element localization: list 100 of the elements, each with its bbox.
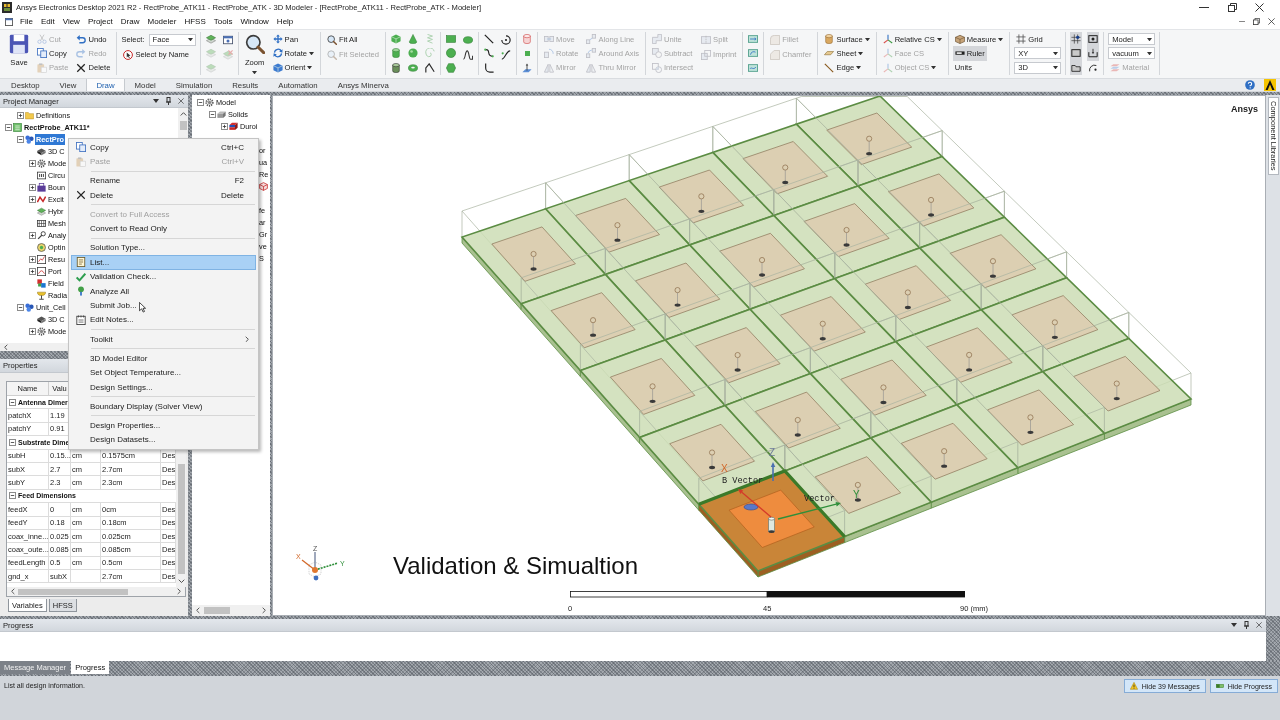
boxes-line-icon [586, 34, 597, 45]
feed-pin [1113, 380, 1120, 401]
axes-icon [882, 48, 893, 59]
plus-box-icon[interactable] [29, 231, 36, 239]
caret-down-icon [187, 37, 193, 42]
parallelogram-icon [824, 51, 835, 56]
tool-button[interactable] [1087, 32, 1100, 47]
chevron-right-icon[interactable] [262, 607, 266, 614]
chevron-down-icon[interactable] [177, 578, 185, 583]
chevron-left-icon[interactable] [196, 607, 200, 614]
scrollbar-thumb[interactable] [179, 121, 187, 131]
menu-item[interactable]: Window [236, 17, 273, 26]
chevron-right-icon[interactable] [177, 588, 181, 595]
menu-item[interactable]: View [58, 17, 84, 26]
tool-button[interactable] [500, 47, 513, 62]
feed-pin [709, 449, 716, 470]
close-icon[interactable] [1268, 18, 1275, 25]
menu-item[interactable]: File [16, 17, 37, 26]
tool-button[interactable] [424, 60, 437, 75]
minus-box-icon[interactable] [209, 110, 216, 118]
scrollbar-thumb[interactable] [18, 588, 128, 595]
close-icon[interactable] [1255, 2, 1264, 12]
circle-cluster-icon [25, 134, 34, 144]
menu-item[interactable]: Set Object Temperature... [71, 365, 256, 380]
caret-down-icon[interactable] [153, 99, 159, 103]
ball-stick-icon [76, 286, 86, 297]
feed-pin [649, 383, 656, 404]
minus-box-icon[interactable] [9, 398, 16, 406]
plus-box-icon[interactable] [29, 327, 36, 335]
minus-box-icon[interactable] [17, 303, 24, 311]
restore-icon[interactable] [1228, 2, 1237, 12]
menu-item[interactable]: Design Datasets... [71, 432, 256, 447]
scrollbar-thumb[interactable] [204, 607, 230, 614]
pin-icon[interactable] [1244, 621, 1249, 629]
bent-line-icon [425, 62, 436, 73]
minimize-icon[interactable] [1199, 6, 1209, 8]
menu-item[interactable]: Delete Delete [71, 187, 256, 203]
boxes-arc-icon [586, 48, 597, 59]
menu-item[interactable]: Copy Ctrl+C [71, 140, 256, 155]
minus-box-icon[interactable] [5, 123, 12, 131]
magnifier-icon [244, 34, 265, 54]
clipboard-icon [76, 156, 86, 167]
help-icon[interactable] [1245, 80, 1255, 90]
menu-item[interactable]: 3D Model Editor [71, 351, 256, 366]
cut-corner-icon [770, 49, 781, 60]
menu-item[interactable]: HFSS [180, 17, 210, 26]
minus-box-icon[interactable] [197, 98, 204, 106]
package-icon [954, 34, 965, 45]
shortcut-text: Ctrl+C [221, 142, 244, 152]
menu-item[interactable]: Convert to Read Only [71, 221, 256, 236]
plus-box-icon[interactable] [17, 111, 24, 119]
scissors-icon [37, 34, 47, 45]
circle-cluster-icon [25, 302, 34, 312]
plus-box-icon[interactable] [221, 122, 228, 130]
scrollbar-thumb[interactable] [177, 463, 185, 574]
caret-down-icon[interactable] [1231, 623, 1237, 627]
menu-item[interactable]: Validation Check... [71, 269, 256, 284]
chevron-left-icon[interactable] [4, 343, 8, 351]
menu-item[interactable]: Project [83, 17, 117, 26]
menu-item[interactable]: Edit Notes... [71, 312, 256, 328]
shortcut-text: F2 [234, 176, 244, 186]
menu-item[interactable]: Rename F2 [71, 173, 256, 188]
pin-icon[interactable] [166, 97, 171, 105]
overlapping-squares-icon [701, 49, 712, 60]
menu-item[interactable]: Tools [209, 17, 237, 26]
menu-item[interactable]: Design Properties... [71, 418, 256, 433]
tool-button[interactable] [1070, 32, 1083, 47]
menu-item[interactable]: Submit Job... [71, 298, 256, 313]
menu-item[interactable]: List... [71, 255, 256, 270]
chevron-left-icon[interactable] [11, 588, 15, 595]
dish-icon [37, 290, 46, 300]
minus-box-icon[interactable] [17, 135, 24, 143]
grid-icon [1016, 34, 1027, 45]
menu-item[interactable]: Toolkit [71, 331, 256, 347]
app-icon [2, 1, 12, 13]
plus-box-icon[interactable] [29, 159, 36, 167]
menu-item[interactable]: Solution Type... [71, 240, 256, 256]
cylinder-icon [391, 48, 402, 59]
menu-item[interactable]: Help [272, 17, 298, 26]
minus-box-icon[interactable] [9, 438, 16, 446]
plus-box-icon[interactable] [29, 183, 36, 191]
plus-box-icon[interactable] [29, 195, 36, 203]
move-arrows-icon [272, 34, 283, 45]
tool-button[interactable] [1087, 46, 1100, 61]
menu-item[interactable]: Analyze All [71, 283, 256, 299]
menu-item[interactable]: Modeler [143, 17, 181, 26]
plus-box-icon[interactable] [29, 267, 36, 275]
tool-button[interactable] [483, 60, 496, 75]
plus-box-icon[interactable] [29, 255, 36, 263]
menu-item[interactable]: Design Settings... [71, 379, 256, 395]
menu-item[interactable]: Boundary Display (Solver View) [71, 399, 256, 414]
feed-pin [941, 448, 948, 468]
minus-box-icon[interactable] [9, 492, 16, 500]
menu-item[interactable]: Draw [116, 17, 144, 26]
tool-button[interactable] [462, 47, 475, 62]
menu-item[interactable]: Edit [36, 17, 59, 26]
tool-button[interactable] [500, 32, 513, 47]
chevron-up-icon[interactable] [179, 112, 187, 117]
restore-icon[interactable] [1253, 18, 1260, 25]
tool-button[interactable] [1070, 46, 1083, 61]
